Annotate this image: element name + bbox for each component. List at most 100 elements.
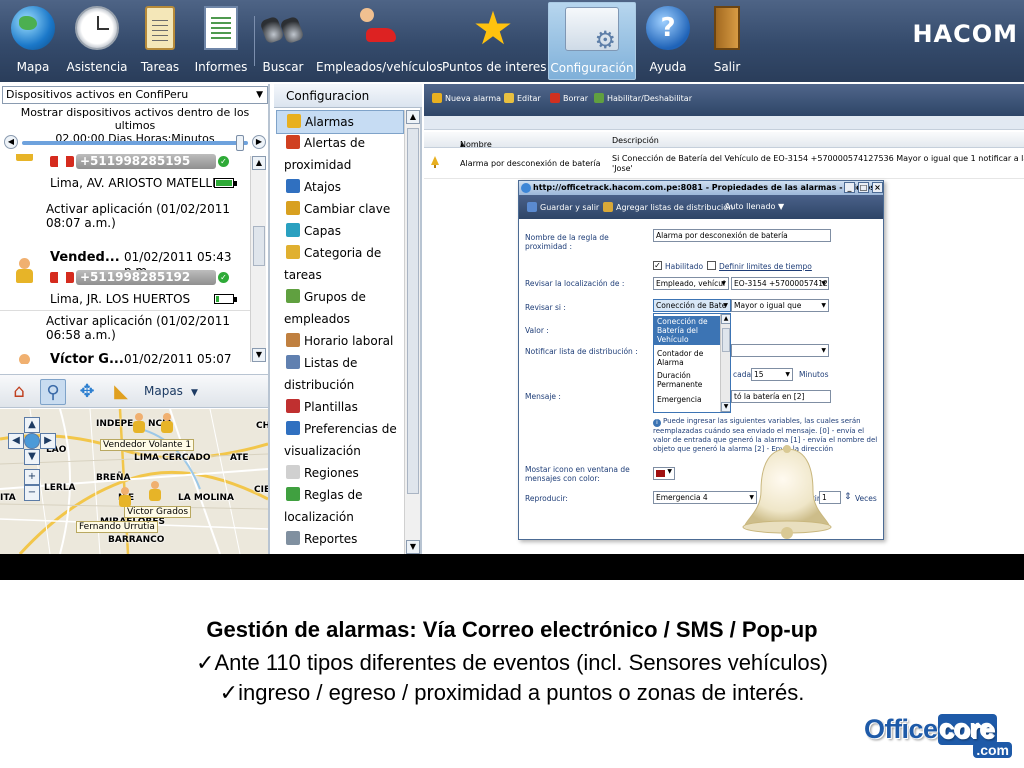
edit-button[interactable]: Editar [504,93,541,103]
location-type-select[interactable]: Empleado, vehícul ▼ [653,277,729,290]
config-menu-item[interactable]: Grupos de [276,286,404,308]
list-item[interactable]: Víctor G... 01/02/2011 05:07 p.m. [0,350,250,364]
config-menu-item[interactable]: Capas [276,220,404,242]
check-if-select[interactable]: Conección de Bate ▼ [653,299,731,312]
pan-right-icon[interactable]: ▶ [40,433,56,449]
dropdown-option[interactable]: Conección de Batería del Vehículo [654,316,720,345]
scroll-up-icon[interactable]: ▲ [252,156,266,170]
zoom-icon[interactable]: ⚲ [40,379,66,405]
config-menu-item[interactable]: distribución [276,374,404,396]
check-if-dropdown[interactable]: Conección de Batería del Vehículo Contado… [653,313,731,413]
pan-left-icon[interactable]: ◀ [8,433,24,449]
pan-down-icon[interactable]: ▼ [24,449,40,465]
device-list-scrollbar[interactable]: ▲ ▼ [250,156,266,362]
icon-color-picker[interactable]: ▼ [653,467,675,480]
config-menu-item[interactable]: Regiones [276,462,404,484]
list-item[interactable]: +511998285195 ✓ Lima, AV. ARIOSTO MATELL… [0,154,250,236]
maps-dropdown[interactable]: Mapas ▼ [144,384,198,398]
toolbar-item-configuracion[interactable]: Configuración [548,2,636,80]
interval-select[interactable]: 15 ▼ [751,368,793,381]
table-row[interactable]: Alarma por desconexión de batería Si Con… [424,152,1024,176]
toolbar-item-buscar[interactable]: Buscar [258,2,308,80]
save-and-exit-button[interactable]: Guardar y salir [527,202,599,212]
scroll-down-icon[interactable]: ▼ [406,540,420,554]
dropdown-scrollbar[interactable]: ▲ ▼ [720,314,730,412]
home-icon[interactable]: ⌂ [6,379,32,405]
globe-icon[interactable] [24,433,40,449]
config-scrollbar[interactable]: ▲ ▼ [404,110,420,554]
toolbar-item-tareas[interactable]: Tareas [134,2,186,80]
toggle-enable-button[interactable]: Habilitar/Deshabilitar [594,93,692,103]
dropdown-option[interactable]: Emergencia [654,394,720,405]
config-menu-item[interactable]: Plantillas [276,396,404,418]
location-device-select[interactable]: EO-3154 +570000574127 ▼ [731,277,829,290]
pan-icon[interactable]: ✥ [74,379,100,405]
map-marker-label[interactable]: Fernando Urrutia [76,521,158,533]
map-marker-label[interactable]: Victor Grados [124,506,192,518]
toolbar-item-puntos[interactable]: ★ Puntos de interes [442,2,547,80]
scroll-thumb[interactable] [407,128,419,494]
comparison-select[interactable]: Mayor o igual que ▼ [731,299,829,312]
define-limits-checkbox[interactable] [707,261,716,270]
enabled-checkbox[interactable]: ✓ [653,261,662,270]
employee-marker-icon[interactable] [160,413,174,435]
config-menu-item[interactable]: proximidad [276,154,404,176]
config-menu-item[interactable]: localización [276,506,404,528]
device-filter-select[interactable]: Dispositivos activos en ConfiPeru ▼ [2,86,268,104]
config-menu-item[interactable]: visualización [276,440,404,462]
distribution-list-select[interactable]: ▼ [731,344,829,357]
define-limits-link[interactable]: Definir limites de tiempo [719,262,812,271]
toolbar-item-informes[interactable]: Informes [192,2,250,80]
employee-marker-icon[interactable] [148,481,162,503]
toolbar-item-empleados[interactable]: Empleados/vehículos [316,2,443,80]
config-menu-item[interactable]: empleados [276,308,404,330]
rule-name-input[interactable]: Alarma por desconexión de batería [653,229,831,242]
toolbar-item-salir[interactable]: Salir [700,2,754,80]
toolbar-item-mapa[interactable]: Mapa [2,2,64,80]
measure-icon[interactable]: ◣ [108,379,134,405]
minimize-icon[interactable]: _ [844,182,855,193]
message-input[interactable]: tó la batería en [2] [731,390,831,403]
config-menu-item[interactable]: Horario laboral [276,330,404,352]
map-view[interactable]: INDEPE NCIA LIMA CERCADO ATE BREÑA LERLA… [0,409,268,554]
delete-button[interactable]: Borrar [550,93,588,103]
list-item[interactable]: Vended... 01/02/2011 05:43 p.m. +5119982… [0,248,250,344]
config-menu-item[interactable]: Atajos [276,176,404,198]
pan-up-icon[interactable]: ▲ [24,417,40,433]
scroll-up-icon[interactable]: ▲ [406,110,420,124]
scroll-down-icon[interactable]: ▼ [252,348,266,362]
config-menu-item[interactable]: Listas de [276,352,404,374]
config-menu-item[interactable]: tareas [276,264,404,286]
slider-thumb[interactable] [236,135,244,151]
zoom-out-icon[interactable]: − [24,485,40,501]
dropdown-option[interactable]: Duración Permanente [654,370,720,390]
dropdown-option[interactable]: Contador de Alarma [654,348,720,368]
toolbar-item-asistencia[interactable]: Asistencia [66,2,128,80]
employee-marker-icon[interactable] [132,413,146,435]
config-menu-item[interactable]: Categoria de [276,242,404,264]
close-icon[interactable]: × [872,182,883,193]
scroll-up-icon[interactable]: ▲ [721,314,730,324]
add-distribution-lists-button[interactable]: Agregar listas de distribución [603,202,733,212]
config-menu-item[interactable]: Reportes [276,528,404,550]
config-menu-item[interactable]: Preferencias de [276,418,404,440]
employee-marker-icon[interactable] [118,487,132,509]
slider-left-icon[interactable]: ◀ [4,135,18,149]
maximize-icon[interactable]: □ [858,182,869,193]
scroll-thumb[interactable] [253,226,265,266]
zoom-in-icon[interactable]: + [24,469,40,485]
config-menu-item[interactable]: Alarmas [276,110,404,134]
new-alarm-button[interactable]: Nueva alarma [432,93,501,103]
auto-fill-button[interactable]: Auto llenado ▼ [725,202,784,211]
scroll-down-icon[interactable]: ▼ [721,402,730,412]
column-header-description[interactable]: Descripción [612,136,659,145]
toolbar-item-ayuda[interactable]: ? Ayuda [640,2,696,80]
time-slider[interactable]: ◀ ▶ [4,135,266,151]
config-menu-item[interactable]: Cambiar clave [276,198,404,220]
spinner-icon[interactable]: ⇕ [844,492,852,502]
config-menu-item[interactable]: Reglas de [276,484,404,506]
config-menu-item[interactable]: Alertas de [276,132,404,154]
slider-right-icon[interactable]: ▶ [252,135,266,149]
scroll-thumb[interactable] [722,328,730,352]
map-marker-label[interactable]: Vendedor Volante 1 [100,439,195,451]
